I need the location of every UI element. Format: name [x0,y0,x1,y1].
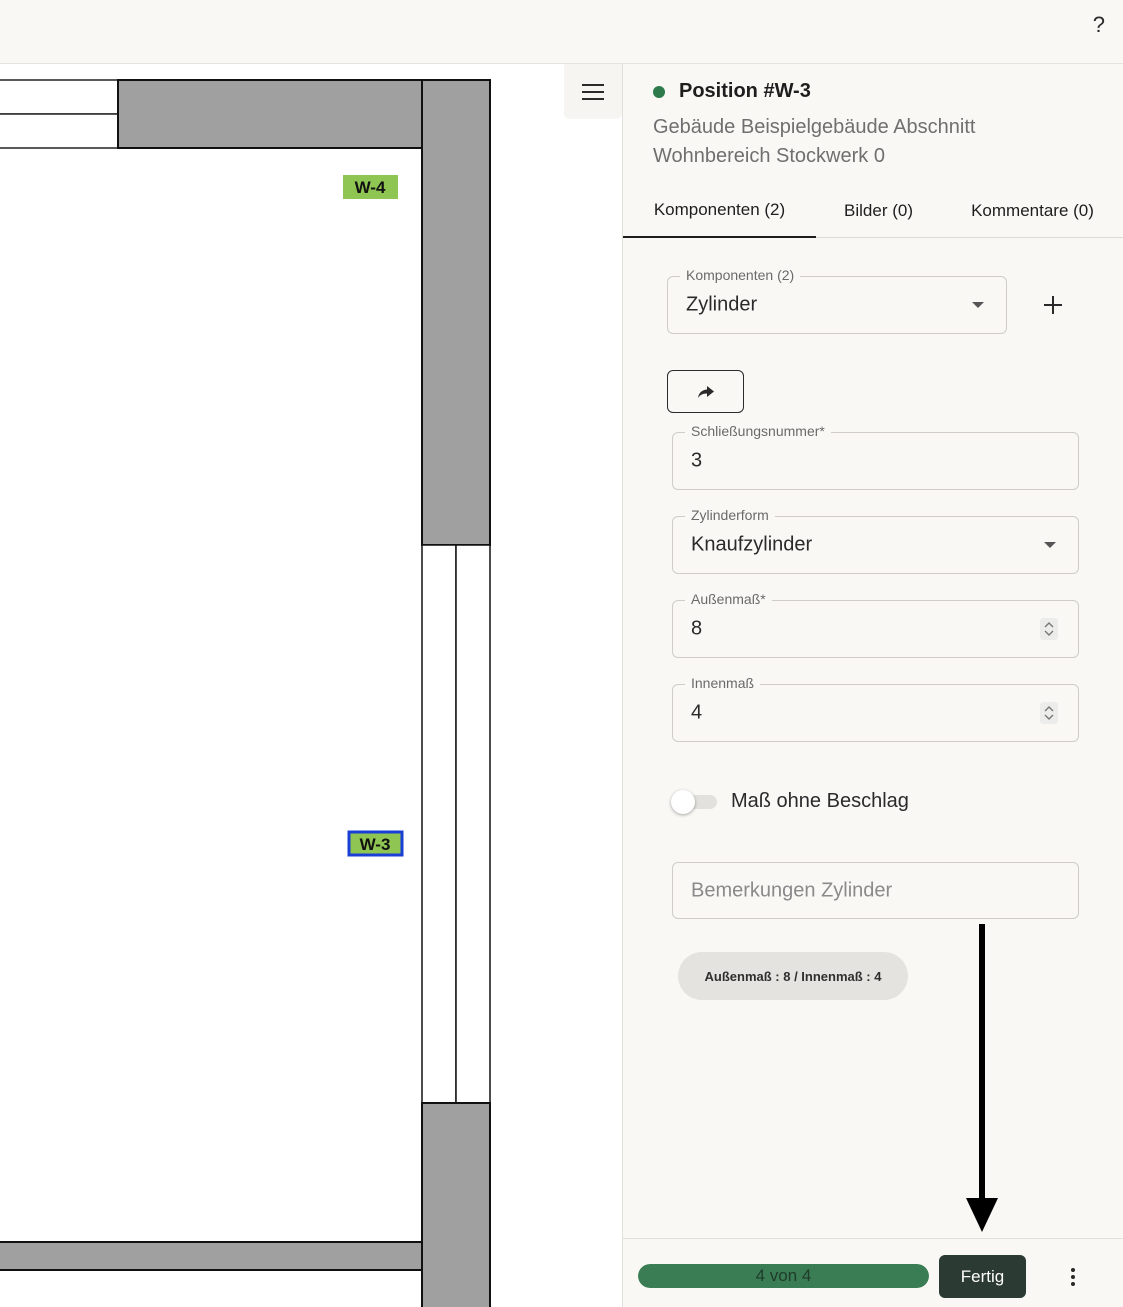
zylinderform-value: Knaufzylinder [691,533,813,556]
position-panel: Position #W-3 Gebäude Beispielgebäude Ab… [622,64,1123,1307]
chevron-down-icon [1044,542,1056,548]
innenmass-value: 4 [691,701,703,724]
share-button[interactable] [667,370,744,413]
progress-text: 4 von 4 [755,1266,812,1285]
zylinderform-select[interactable]: Zylinderform Knaufzylinder [672,507,1079,574]
position-location: Gebäude Beispielgebäude Abschnitt Wohnbe… [653,113,1103,171]
position-title: Position #W-3 [679,80,811,102]
hamburger-icon [582,83,604,100]
summary-chip[interactable]: Außenmaß : 8 / Innenmaß : 4 [678,952,908,1000]
stepper-arrows-icon [1044,706,1054,720]
mass-ohne-beschlag-toggle[interactable] [671,790,719,814]
panel-tabs: Komponenten (2) Bilder (0) Kommentare (0… [623,184,1123,238]
annotation-arrow-icon [966,924,998,1232]
floorplan-drawing: W-4 W-3 [0,79,491,1307]
done-button[interactable]: Fertig [939,1255,1026,1298]
position-title-row: Position #W-3 [653,80,1103,103]
door-opening [455,544,491,1104]
menu-button[interactable] [564,64,622,119]
schliessungsnummer-value: 3 [691,449,703,472]
schliessungsnummer-legend: Schließungsnummer* [685,423,831,439]
aussenmass-value: 8 [691,617,703,640]
top-bar: ? [0,0,1123,64]
remarks-field[interactable]: Bemerkungen Zylinder [672,862,1079,919]
zylinderform-legend: Zylinderform [685,507,775,523]
tab-komponenten[interactable]: Komponenten (2) [623,184,816,238]
add-component-button[interactable] [1043,290,1063,322]
wall-top [117,79,423,149]
progress-bar: 4 von 4 [638,1264,929,1288]
toggle-knob [671,790,695,814]
innenmass-legend: Innenmaß [685,675,761,691]
location-line-1: Gebäude Beispielgebäude Abschnitt [653,116,976,138]
tab-kommentare[interactable]: Kommentare (0) [941,184,1123,238]
window-frame [0,113,119,149]
tab-bilder[interactable]: Bilder (0) [816,184,941,238]
wall-right-upper [421,79,491,546]
component-select[interactable]: Komponenten (2) Zylinder [667,267,1007,334]
number-stepper[interactable] [1040,618,1058,640]
more-vertical-icon [1071,1268,1075,1272]
plus-icon [1044,296,1062,314]
marker-w3-label: W-3 [360,835,391,854]
panel-footer: 4 von 4 Fertig [623,1238,1123,1307]
position-header: Position #W-3 Gebäude Beispielgebäude Ab… [653,80,1103,171]
aussenmass-field[interactable]: Außenmaß* 8 [672,591,1079,658]
wall-bottom [0,1241,423,1271]
chevron-down-icon [972,302,984,308]
status-dot-icon [653,85,665,98]
stepper-arrows-icon [1044,622,1054,636]
schliessungsnummer-field[interactable]: Schließungsnummer* 3 [672,423,1079,490]
location-line-2: Wohnbereich Stockwerk 0 [653,145,885,167]
share-arrow-icon [697,385,714,398]
number-stepper[interactable] [1040,702,1058,724]
component-select-legend: Komponenten (2) [680,267,801,283]
component-select-value: Zylinder [686,293,758,316]
remarks-placeholder: Bemerkungen Zylinder [691,879,893,901]
floorplan-canvas[interactable]: W-4 W-3 [0,64,622,1307]
wall-right-lower [421,1102,491,1307]
door-opening [421,544,457,1104]
help-button[interactable]: ? [1093,12,1105,38]
mass-ohne-beschlag-label: Maß ohne Beschlag [731,790,909,812]
more-options-button[interactable] [1065,1265,1081,1289]
innenmass-field[interactable]: Innenmaß 4 [672,675,1079,742]
window-frame [0,79,119,115]
marker-w4-label: W-4 [355,178,386,197]
aussenmass-legend: Außenmaß* [685,591,772,607]
